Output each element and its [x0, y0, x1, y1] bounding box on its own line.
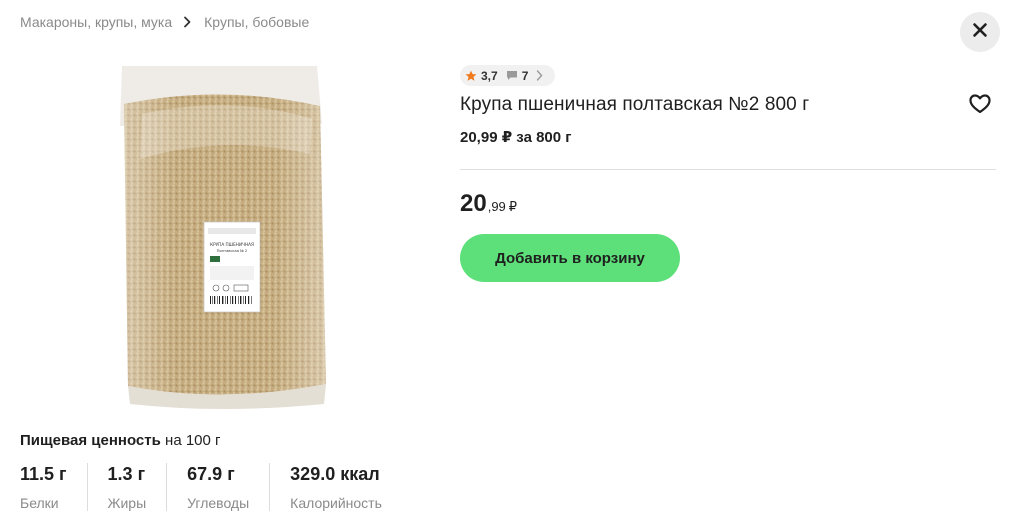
- nutrition-value: 67.9 г: [187, 464, 235, 484]
- close-button[interactable]: [960, 12, 1000, 52]
- product-title: Крупа пшеничная полтавская №2 800 г: [460, 94, 810, 115]
- nutrition-carbs: 67.9 г Углеводы: [166, 463, 269, 511]
- price-fraction: ,99: [487, 199, 506, 214]
- comment-icon: [506, 70, 518, 81]
- nutrition-calories: 329.0 ккал Калорийность: [269, 463, 402, 511]
- chevron-right-icon: [180, 15, 194, 29]
- nutrition-title-bold: Пищевая ценность: [20, 432, 161, 449]
- price: 20 ,99 ₽: [460, 190, 517, 218]
- unit-price: 20,99 ₽ за 800 г: [460, 129, 572, 146]
- nutrition-value: 11.5 г: [20, 464, 67, 484]
- nutrition-value: 329.0 ккал: [290, 464, 380, 484]
- breadcrumb-item-cereals[interactable]: Крупы, бобовые: [204, 14, 309, 30]
- heart-outline-icon: [969, 93, 991, 119]
- price-currency: ₽: [508, 199, 518, 214]
- close-icon: [972, 22, 988, 43]
- nutrition-label: Углеводы: [187, 495, 250, 511]
- favorite-button[interactable]: [967, 93, 993, 119]
- rating-value: 3,7: [481, 68, 498, 83]
- nutrition-label: Белки: [20, 495, 59, 511]
- nutrition-row: 11.5 г Белки 1.3 г Жиры 67.9 г Углеводы …: [20, 463, 420, 511]
- nutrition-fat: 1.3 г Жиры: [86, 463, 167, 511]
- price-integer: 20: [460, 190, 487, 217]
- nutrition-title-rest: на 100 г: [165, 432, 221, 449]
- rating-reviews-link[interactable]: 3,7 7: [460, 65, 556, 86]
- nutrition-value: 1.3 г: [107, 464, 146, 484]
- nutrition-label: Жиры: [107, 495, 147, 511]
- add-to-cart-button[interactable]: Добавить в корзину: [460, 234, 680, 282]
- image-label-line-2: Полтавская № 2: [217, 249, 247, 253]
- nutrition-section: Пищевая ценность на 100 г 11.5 г Белки 1…: [20, 432, 420, 511]
- breadcrumb-item-pasta[interactable]: Макароны, крупы, мука: [20, 14, 172, 30]
- nutrition-title: Пищевая ценность на 100 г: [20, 432, 420, 449]
- divider: [460, 169, 996, 170]
- chevron-right-icon: [536, 70, 543, 81]
- star-icon: [465, 70, 477, 82]
- breadcrumb: Макароны, крупы, мука Крупы, бобовые: [20, 14, 309, 30]
- image-label-line-1: КРУПА ПШЕНИЧНАЯ: [210, 242, 254, 247]
- nutrition-protein: 11.5 г Белки: [20, 463, 87, 511]
- reviews-count: 7: [521, 68, 529, 83]
- product-image: КРУПА ПШЕНИЧНАЯ Полтавская № 2: [112, 64, 394, 410]
- nutrition-label: Калорийность: [290, 495, 382, 511]
